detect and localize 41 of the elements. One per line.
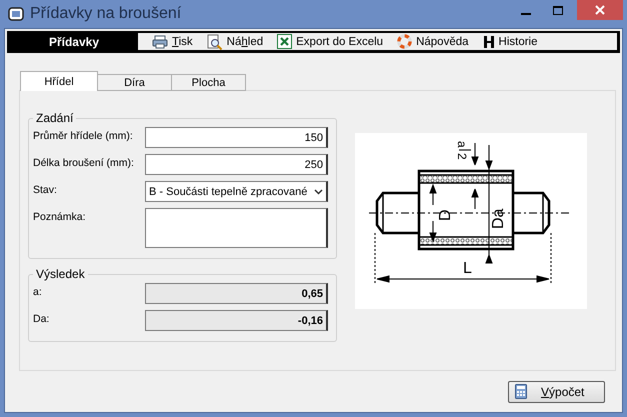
spreadsheet-icon: [277, 34, 292, 49]
close-button[interactable]: [577, 0, 623, 20]
tab[interactable]: Plocha: [171, 74, 246, 91]
toolbar-button[interactable]: Náhled: [206, 34, 264, 50]
field-label: Stav:: [33, 183, 58, 196]
input-field[interactable]: 150: [145, 127, 328, 148]
output-field: 0,65: [145, 283, 328, 304]
printer-icon: [152, 34, 168, 48]
calculator-icon: [515, 384, 527, 399]
field-label: Délka broušení (mm):: [33, 156, 135, 169]
input-field[interactable]: [145, 208, 328, 248]
close-icon: [595, 5, 605, 15]
field-label: Průměr hřídele (mm):: [33, 129, 134, 142]
tab[interactable]: Díra: [97, 74, 172, 91]
field-label: Da:: [33, 312, 50, 325]
toolbar-button[interactable]: Tisk: [152, 34, 193, 48]
input-field[interactable]: 250: [145, 154, 328, 175]
window-icon: [8, 7, 24, 21]
lifebuoy-icon: [397, 34, 412, 49]
toolbar-heading: Přídavky: [10, 33, 138, 50]
dimension-label: L: [463, 260, 472, 277]
minimize-icon: [521, 13, 531, 15]
toolbar-button[interactable]: Nápověda: [397, 34, 469, 49]
tab[interactable]: Hřídel: [20, 71, 98, 91]
calculate-button[interactable]: Výpočet: [508, 380, 605, 402]
dimension-label: Da: [490, 208, 507, 229]
maximize-icon: [553, 6, 563, 14]
group-title: Zadání: [35, 111, 74, 125]
fraction-numerator: a: [455, 141, 469, 148]
history-icon: [482, 34, 495, 48]
output-field: -0,16: [145, 310, 328, 331]
group-title: Výsledek: [35, 267, 86, 281]
window-title: Přídavky na broušení: [30, 5, 182, 23]
fraction-denominator: 2: [455, 153, 469, 160]
toolbar-button[interactable]: Export do Excelu: [277, 34, 384, 49]
magnifier-icon: [206, 34, 223, 50]
caret-icon: [314, 188, 323, 194]
field-label: a:: [33, 285, 43, 298]
field-label: Poznámka:: [33, 210, 87, 223]
toolbar-button[interactable]: Historie: [482, 34, 538, 48]
dropdown[interactable]: B - Součásti tepelně zpracované: [145, 181, 328, 202]
